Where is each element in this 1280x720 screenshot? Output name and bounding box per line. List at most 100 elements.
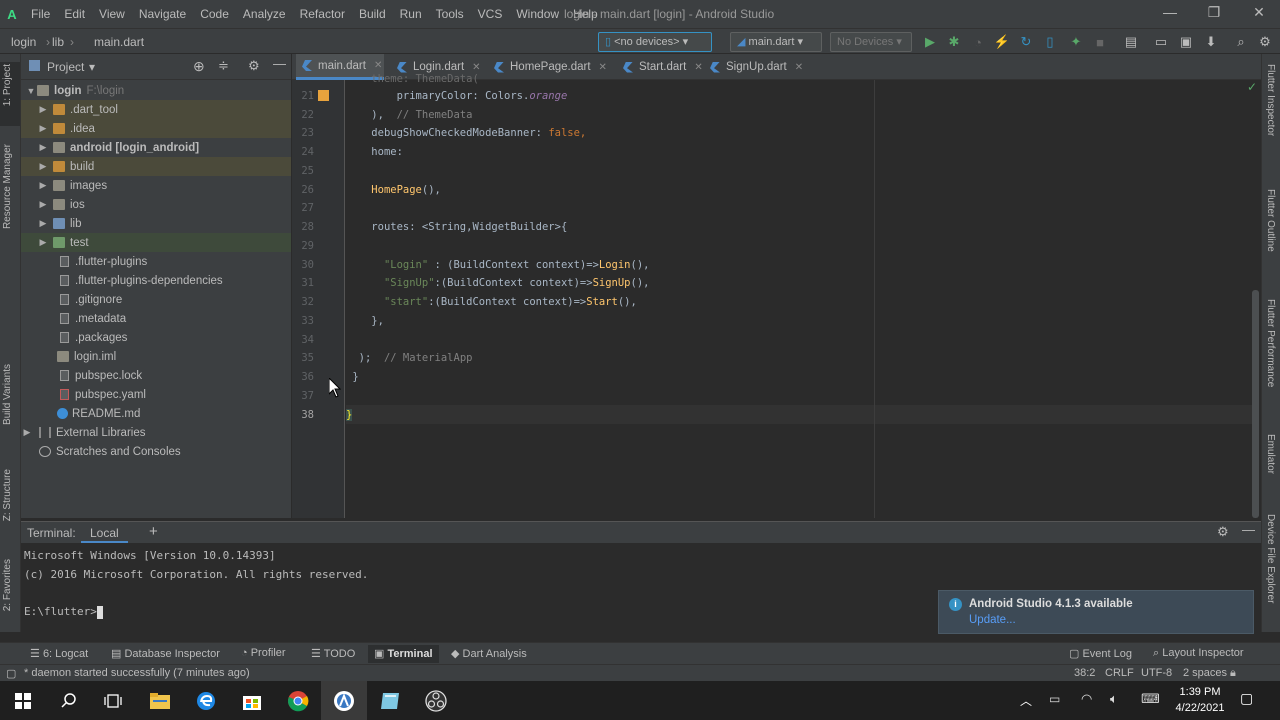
taskbar-file-explorer[interactable] <box>137 681 183 720</box>
update-link[interactable]: Update... <box>969 614 1016 626</box>
menu-refactor[interactable]: Refactor <box>293 7 352 21</box>
clock[interactable]: 1:39 PM 4/22/2021 <box>1174 684 1226 716</box>
tree-item-test[interactable]: ▶ test <box>21 233 291 252</box>
menu-code[interactable]: Code <box>193 7 236 21</box>
search-button[interactable] <box>46 681 92 720</box>
device-manager-icon[interactable]: ▯ <box>1041 33 1059 51</box>
profile-icon[interactable]: ◔ <box>969 33 987 51</box>
caret-position[interactable]: 38:2 <box>1074 667 1095 679</box>
menu-analyze[interactable]: Analyze <box>236 7 293 21</box>
line-separator[interactable]: CRLF <box>1105 667 1134 679</box>
device-list-selector[interactable]: No Devices ▾ <box>830 32 912 52</box>
menu-file[interactable]: File <box>24 7 57 21</box>
tab-logcat[interactable]: ☰ 6: Logcat <box>30 647 88 660</box>
tree-item-idea[interactable]: ▶ .idea <box>21 119 291 138</box>
taskbar-store[interactable] <box>229 681 275 720</box>
run-icon[interactable]: ▶ <box>921 33 939 51</box>
show-hidden-icons[interactable]: ︿ <box>1020 692 1032 709</box>
tree-item-ios[interactable]: ▶ ios <box>21 195 291 214</box>
menu-vcs[interactable]: VCS <box>471 7 510 21</box>
menu-navigate[interactable]: Navigate <box>132 7 193 21</box>
menu-view[interactable]: View <box>92 7 132 21</box>
close-tab-icon[interactable]: ✕ <box>374 60 382 71</box>
keyboard-icon[interactable]: ⌨ <box>1141 691 1160 707</box>
resource-manager-tab[interactable]: Resource Manager <box>2 144 13 229</box>
tree-item-scratches[interactable]: Scratches and Consoles <box>21 442 291 461</box>
run-config-selector[interactable]: ◢ main.dart ▾ <box>730 32 822 52</box>
volume-icon[interactable]: 🔈︎ <box>1110 691 1118 707</box>
network-tray-icon[interactable]: ▭ <box>1049 692 1060 706</box>
hide-panel-icon[interactable]: — <box>1242 522 1255 537</box>
tree-item-pubspec-lock[interactable]: pubspec.lock <box>21 366 291 385</box>
lock-icon[interactable]: 🔒︎ <box>1230 667 1236 680</box>
menu-tools[interactable]: Tools <box>429 7 471 21</box>
project-view-selector[interactable]: Project <box>47 60 84 74</box>
taskbar-editor-app[interactable] <box>367 681 413 720</box>
tree-item-packages[interactable]: .packages <box>21 328 291 347</box>
sdk-manager-icon[interactable]: ⬇ <box>1202 33 1220 51</box>
menu-build[interactable]: Build <box>352 7 393 21</box>
flutter-performance-tab[interactable]: Flutter Performance <box>1265 299 1276 387</box>
device-selector[interactable]: ▯ <no devices> ▾ <box>598 32 712 52</box>
wifi-icon[interactable]: ◠ <box>1081 691 1092 707</box>
tab-terminal[interactable]: ▣ Terminal <box>368 645 439 663</box>
breadcrumb-lib[interactable]: lib <box>52 35 64 49</box>
taskbar-obs[interactable] <box>413 681 459 720</box>
tab-profiler[interactable]: ◔ Profiler <box>241 647 286 659</box>
tree-item-build[interactable]: ▶ build <box>21 157 291 176</box>
tab-local[interactable]: Local <box>81 522 128 544</box>
tree-item-readme[interactable]: README.md <box>21 404 291 423</box>
close-tab-icon[interactable]: ✕ <box>795 62 803 73</box>
tab-database-inspector[interactable]: ▤ Database Inspector <box>111 647 220 660</box>
inspection-ok-icon[interactable]: ✓ <box>1247 80 1257 94</box>
tab-signup-dart[interactable]: SignUp.dart ✕ <box>704 54 810 80</box>
close-tab-icon[interactable]: ✕ <box>599 62 607 73</box>
menu-window[interactable]: Window <box>509 7 566 21</box>
stop-icon[interactable]: ■ <box>1091 33 1109 51</box>
collapse-all-icon[interactable]: ≑ <box>218 58 229 74</box>
android-icon[interactable]: ✦ <box>1067 33 1085 51</box>
editor-scrollbar[interactable] <box>1252 290 1259 518</box>
tab-start-dart[interactable]: Start.dart ✕ <box>617 54 707 80</box>
locate-icon[interactable]: ⊕ <box>193 58 205 75</box>
minimize-button[interactable]: — <box>1155 4 1185 20</box>
build-variants-tab[interactable]: Build Variants <box>2 364 13 425</box>
menu-edit[interactable]: Edit <box>57 7 92 21</box>
gear-icon[interactable]: ⚙ <box>1217 524 1229 540</box>
gear-icon[interactable]: ⚙ <box>248 58 260 74</box>
task-view-button[interactable] <box>90 681 136 720</box>
tab-todo[interactable]: ☰ TODO <box>311 647 355 660</box>
search-icon[interactable]: ⌕ <box>1232 33 1250 51</box>
project-tool-tab[interactable]: 1: Project <box>2 64 13 106</box>
menu-run[interactable]: Run <box>393 7 429 21</box>
device-file-explorer-tab[interactable]: Device File Explorer <box>1265 514 1276 603</box>
structure-tab[interactable]: Z: Structure <box>2 469 13 521</box>
tab-homepage-dart[interactable]: HomePage.dart ✕ <box>488 54 614 80</box>
avd-manager-icon[interactable]: ▣ <box>1177 33 1195 51</box>
tab-layout-inspector[interactable]: ⌕ Layout Inspector <box>1153 647 1244 660</box>
tree-item-flutter-plugins[interactable]: .flutter-plugins <box>21 252 291 271</box>
status-panel-icon[interactable]: ▢ <box>6 667 16 680</box>
tree-item-images[interactable]: ▶ images <box>21 176 291 195</box>
close-button[interactable]: ✕ <box>1244 4 1274 21</box>
taskbar-chrome[interactable] <box>275 681 321 720</box>
tree-item-metadata[interactable]: .metadata <box>21 309 291 328</box>
emulator-tab[interactable]: Emulator <box>1265 434 1276 474</box>
hide-panel-icon[interactable]: — <box>273 56 286 71</box>
breadcrumb-main-dart[interactable]: main.dart <box>94 35 144 49</box>
file-encoding[interactable]: UTF-8 <box>1141 667 1172 679</box>
taskbar-edge[interactable] <box>183 681 229 720</box>
maximize-button[interactable]: ❐ <box>1199 4 1229 21</box>
close-tab-icon[interactable]: ✕ <box>694 62 702 73</box>
tree-item-flutter-plugins-dependencies[interactable]: .flutter-plugins-dependencies <box>21 271 291 290</box>
hot-restart-icon[interactable]: ↻ <box>1017 33 1035 51</box>
tab-dart-analysis[interactable]: ◆ Dart Analysis <box>451 647 527 660</box>
project-structure-icon[interactable]: ▤ <box>1122 33 1140 51</box>
color-swatch-icon[interactable] <box>318 90 329 101</box>
tree-item-pubspec-yaml[interactable]: pubspec.yaml <box>21 385 291 404</box>
tree-item-android[interactable]: ▶ android [login_android] <box>21 138 291 157</box>
close-tab-icon[interactable]: ✕ <box>472 62 480 73</box>
breadcrumb-login[interactable]: login <box>11 35 36 49</box>
tree-item-lib[interactable]: ▶ lib <box>21 214 291 233</box>
hot-reload-icon[interactable]: ⚡ <box>993 33 1011 51</box>
